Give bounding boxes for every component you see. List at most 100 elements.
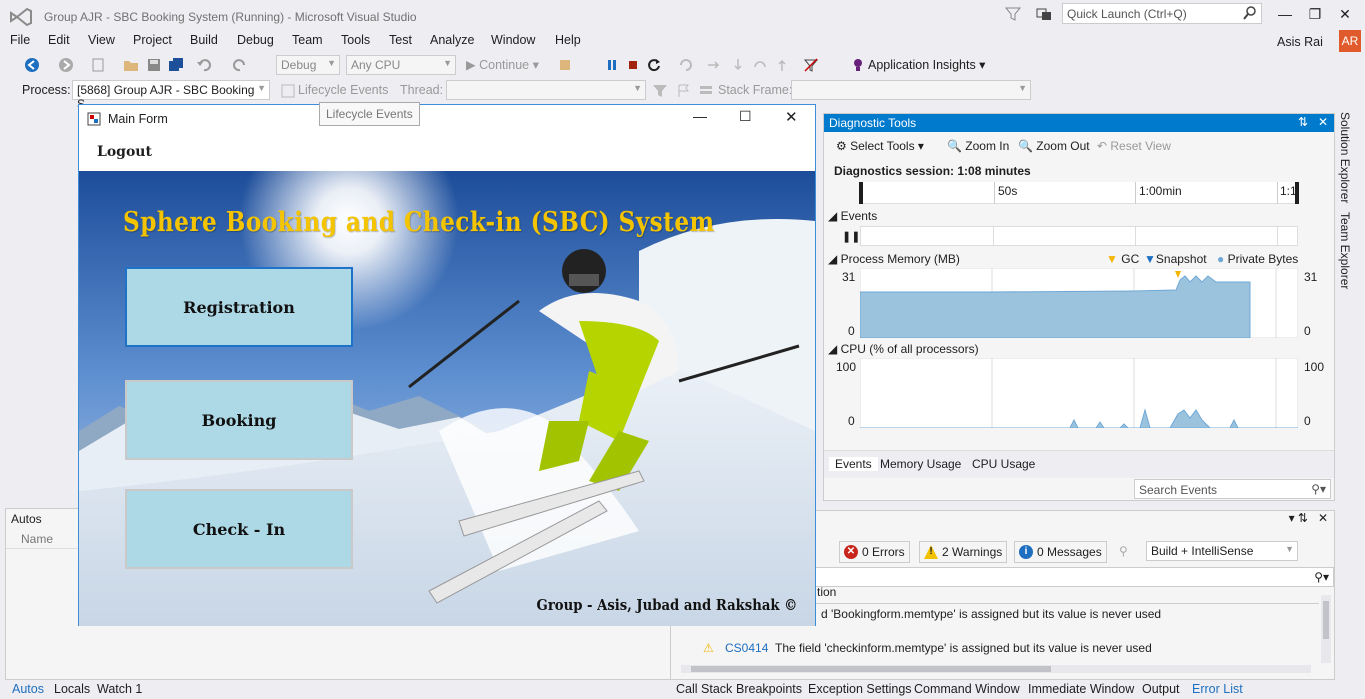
filter-icon[interactable]: ⚲ [1119,544,1128,558]
tab-watch-1[interactable]: Watch 1 [97,682,142,696]
pause-icon[interactable] [604,57,620,73]
undo-icon[interactable] [196,57,212,73]
tab-exception-settings[interactable]: Exception Settings [808,682,912,696]
timeline-ruler[interactable]: 50s 1:00min 1:1 [859,182,1299,204]
error-row-text[interactable]: The field 'checkinform.memtype' is assig… [775,641,1152,655]
tab-locals[interactable]: Locals [54,682,90,696]
autos-col-name[interactable]: Name [21,532,53,546]
menu-project[interactable]: Project [133,33,172,47]
reset-view-button[interactable]: ↶ Reset View [1097,139,1171,153]
step-into-icon[interactable] [706,57,722,73]
ruler-end-handle[interactable] [1295,182,1299,204]
step-over-icon[interactable] [730,57,746,73]
registration-button[interactable]: Registration [125,267,353,347]
menu-analyze[interactable]: Analyze [430,33,474,47]
close-button[interactable]: ✕ [1330,2,1360,26]
check-in-button[interactable]: Check - In [125,489,353,569]
warnings-filter-button[interactable]: ! 2 Warnings [919,541,1008,563]
errors-filter-button[interactable]: ✕ 0 Errors [839,541,910,563]
navigate-forward-icon[interactable] [58,57,74,73]
solution-configuration-select[interactable]: Debug ▼ [276,55,340,75]
quick-launch-input[interactable]: Quick Launch (Ctrl+Q) [1062,3,1262,24]
panel-dropdown-icon[interactable]: ▾ ⇅ [1289,511,1308,525]
solution-explorer-tab[interactable]: Solution Explorer [1338,112,1352,203]
tab-memory-usage[interactable]: Memory Usage [880,457,961,471]
thread-select[interactable]: ▼ [446,80,646,100]
lifecycle-events-icon[interactable] [280,83,296,99]
search-icon[interactable]: ⚲▾ [1314,570,1329,584]
zoom-out-button[interactable]: 🔍 Zoom Out [1018,139,1090,153]
horizontal-scrollbar[interactable] [681,665,1311,673]
events-section-label[interactable]: ◢ Events [828,209,877,223]
step-out-icon[interactable] [752,57,768,73]
save-all-icon[interactable] [168,57,184,73]
menu-build[interactable]: Build [190,33,218,47]
tab-events[interactable]: Events [829,457,878,471]
restore-button[interactable]: ❐ [1300,2,1330,26]
tab-breakpoints[interactable]: Breakpoints [736,682,802,696]
booking-button[interactable]: Booking [125,380,353,460]
menu-test[interactable]: Test [389,33,412,47]
open-file-icon[interactable] [123,57,139,73]
menu-debug[interactable]: Debug [237,33,274,47]
application-insights-button[interactable]: Application Insights ▾ [868,57,985,72]
application-insights-icon[interactable] [850,57,866,73]
close-icon[interactable]: ✕ [1318,511,1328,525]
vertical-scrollbar[interactable] [1321,595,1331,663]
flag-icon[interactable] [676,83,692,99]
team-explorer-tab[interactable]: Team Explorer [1338,212,1352,289]
col-description-header[interactable]: tion [817,585,836,599]
form-maximize-button[interactable]: ☐ [739,108,752,125]
error-code-link[interactable]: CS0414 [725,641,768,655]
pause-icon[interactable]: ❚❚ [842,230,860,243]
form-close-button[interactable]: ✕ [785,108,798,126]
thread-filter-icon[interactable] [652,83,668,99]
menu-file[interactable]: File [10,33,30,47]
save-icon[interactable] [146,57,162,73]
menu-edit[interactable]: Edit [48,33,70,47]
search-icon[interactable]: ⚲▾ [1311,482,1326,496]
menu-view[interactable]: View [88,33,115,47]
select-tools-button[interactable]: ⚙ Select Tools ▾ [836,139,924,153]
cpu-chart[interactable] [860,358,1298,428]
tab-error-list[interactable]: Error List [1192,682,1243,696]
continue-button[interactable]: ▶ Continue ▾ [466,57,539,72]
lifecycle-events-button[interactable]: Lifecycle Events [298,83,388,97]
step-up-icon[interactable] [774,57,790,73]
build-scope-select[interactable]: Build + IntelliSense ▼ [1146,541,1298,561]
stop-icon[interactable] [625,57,641,73]
show-next-statement-icon[interactable] [678,57,694,73]
tab-immediate-window[interactable]: Immediate Window [1028,682,1134,696]
process-select[interactable]: [5868] Group AJR - SBC Booking S▼ [72,80,270,111]
stack-frame-select[interactable]: ▼ [791,80,1031,100]
new-project-icon[interactable] [90,57,106,73]
messages-filter-button[interactable]: i 0 Messages [1014,541,1107,563]
feedback-icon[interactable] [1036,6,1052,22]
tab-command-window[interactable]: Command Window [914,682,1020,696]
tab-cpu-usage[interactable]: CPU Usage [972,457,1035,471]
tab-call-stack[interactable]: Call Stack [676,682,732,696]
tab-output[interactable]: Output [1142,682,1180,696]
breakpoint-toggle-icon[interactable] [803,57,819,73]
zoom-in-button[interactable]: 🔍 Zoom In [947,139,1009,153]
menu-help[interactable]: Help [555,33,581,47]
form-minimize-button[interactable]: — [693,108,707,124]
ruler-start-handle[interactable] [859,182,863,204]
search-events-input[interactable]: Search Events ⚲▾ [1134,479,1331,499]
debug-target-icon[interactable] [558,57,574,73]
cpu-section-label[interactable]: ◢ CPU (% of all processors) [828,342,979,356]
menu-tools[interactable]: Tools [341,33,370,47]
memory-chart[interactable] [860,268,1298,338]
menu-window[interactable]: Window [491,33,535,47]
error-row-text[interactable]: d 'Bookingform.memtype' is assigned but … [821,607,1161,621]
close-icon[interactable]: ✕ [1318,115,1328,129]
navigate-back-icon[interactable] [24,57,40,73]
redo-icon[interactable] [232,57,248,73]
solution-platform-select[interactable]: Any CPU ▼ [346,55,456,75]
memory-section-label[interactable]: ◢ Process Memory (MB) [828,252,960,266]
notification-filter-icon[interactable] [1005,6,1021,22]
logout-menu-item[interactable]: Logout [97,144,152,160]
user-name[interactable]: Asis Rai [1277,35,1323,49]
search-icon[interactable] [1243,6,1257,20]
menu-team[interactable]: Team [292,33,323,47]
